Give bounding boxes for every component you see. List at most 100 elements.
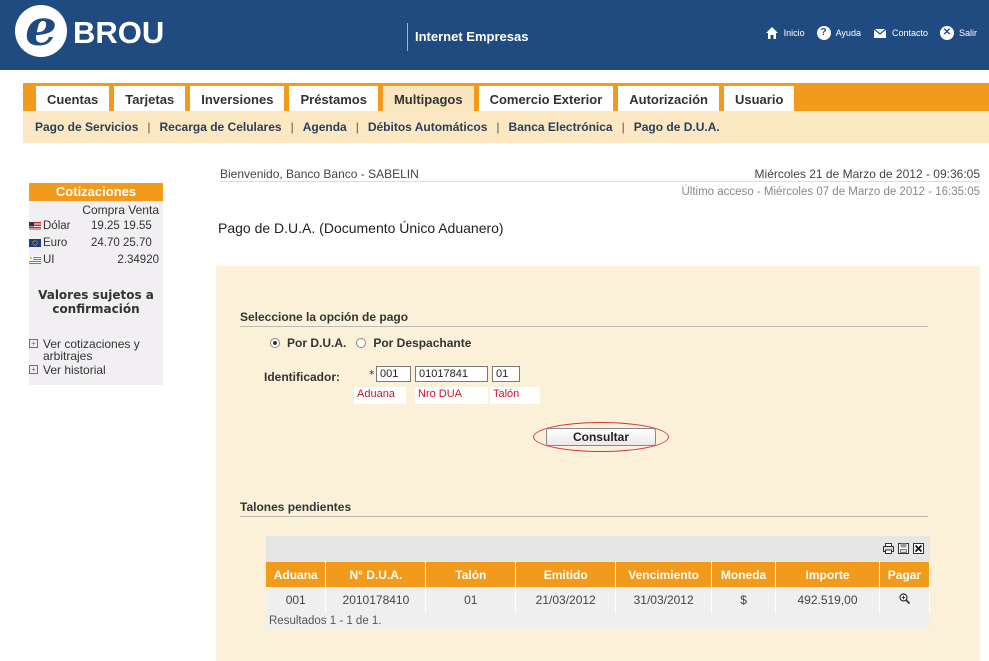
divider bbox=[220, 181, 980, 182]
cell-emitido: 21/03/2012 bbox=[515, 587, 617, 613]
talon-input[interactable] bbox=[492, 366, 520, 382]
divider bbox=[240, 326, 928, 327]
welcome-text: Bienvenido, Banco Banco - SABELIN bbox=[220, 167, 419, 181]
payment-option-heading: Seleccione la opción de pago bbox=[240, 310, 409, 324]
cell-importe: 492.519,00 bbox=[775, 587, 880, 613]
radio-por-despachante[interactable] bbox=[356, 338, 367, 348]
divider bbox=[240, 516, 928, 517]
tab-comercio-exterior[interactable]: Comercio Exterior bbox=[478, 83, 614, 111]
home-link[interactable]: Inicio bbox=[765, 26, 805, 40]
rate-name: Euro bbox=[43, 236, 68, 249]
cell-vencimiento: 31/03/2012 bbox=[615, 587, 713, 613]
sidebar-title: Cotizaciones bbox=[29, 183, 163, 201]
cell-talon: 01 bbox=[425, 587, 517, 613]
cell-nro-dua: 2010178410 bbox=[325, 587, 427, 613]
last-access: Último acceso - Miércoles 07 de Marzo de… bbox=[681, 186, 980, 198]
dua-table: Aduana N° D.U.A. Talón Emitido Vencimien… bbox=[266, 562, 931, 613]
rate-name: UI bbox=[43, 253, 55, 266]
home-link-label: Inicio bbox=[783, 28, 805, 38]
nro-dua-hint: Nro DUA bbox=[415, 387, 488, 404]
radio-por-dua[interactable] bbox=[270, 338, 280, 348]
rate-row: Dólar 19.25 19.55 bbox=[29, 217, 163, 234]
sub-navigation: Pago de Servicios | Recarga de Celulares |… bbox=[23, 111, 989, 143]
tab-usuario[interactable]: Usuario bbox=[724, 83, 795, 111]
close-icon: ✕ bbox=[939, 26, 954, 40]
logout-link-label: Salir bbox=[958, 28, 977, 38]
tab-autorizacion[interactable]: Autorización bbox=[618, 83, 719, 111]
view-history-label: Ver historial bbox=[43, 363, 106, 377]
cell-pagar bbox=[879, 587, 931, 613]
aduana-input[interactable] bbox=[376, 366, 411, 382]
tab-multipagos[interactable]: Multipagos bbox=[382, 83, 474, 111]
col-moneda: Moneda bbox=[711, 562, 777, 587]
contact-link[interactable]: Contacto bbox=[873, 26, 928, 40]
nro-dua-input[interactable] bbox=[415, 366, 488, 382]
tab-tarjetas[interactable]: Tarjetas bbox=[114, 83, 186, 111]
zoom-pay-icon[interactable] bbox=[899, 593, 910, 604]
cell-moneda: $ bbox=[711, 587, 777, 613]
top-links: Inicio ? Ayuda Contacto ✕ Salir bbox=[765, 26, 989, 40]
rate-row: UI 2.34920 bbox=[29, 251, 163, 268]
rates-disclaimer: Valores sujetos a confirmación bbox=[38, 288, 154, 316]
tab-inversiones[interactable]: Inversiones bbox=[190, 83, 285, 111]
table-row: 001 2010178410 01 21/03/2012 31/03/2012 … bbox=[266, 587, 931, 613]
brou-logo[interactable]: e BROU bbox=[15, 3, 165, 57]
eu-flag-icon bbox=[29, 238, 41, 247]
col-vencimiento: Vencimiento bbox=[615, 562, 713, 587]
identifier-label: Identificador: bbox=[264, 370, 341, 384]
app-title: Internet Empresas bbox=[415, 29, 529, 44]
print-icon[interactable] bbox=[883, 543, 894, 554]
logo-text: BROU bbox=[73, 15, 165, 50]
talon-hint: Talón bbox=[490, 387, 540, 404]
subnav-pago-servicios[interactable]: Pago de Servicios bbox=[35, 120, 138, 134]
top-header: e BROU Internet Empresas Inicio ? Ayuda … bbox=[0, 0, 989, 70]
view-history-link[interactable]: + Ver historial bbox=[29, 364, 163, 376]
subnav-agenda[interactable]: Agenda bbox=[303, 120, 347, 134]
consult-button[interactable]: Consultar bbox=[546, 428, 656, 446]
save-icon[interactable] bbox=[898, 543, 909, 554]
cell-aduana: 001 bbox=[266, 587, 327, 613]
subnav-debitos-automaticos[interactable]: Débitos Automáticos bbox=[368, 120, 488, 134]
table-toolbar bbox=[266, 536, 930, 562]
home-icon bbox=[765, 27, 778, 39]
tab-prestamos[interactable]: Préstamos bbox=[289, 83, 378, 111]
quotes-sidebar: Cotizaciones Compra Venta Dólar 19.25 19… bbox=[29, 183, 163, 385]
app-root: e BROU Internet Empresas Inicio ? Ayuda … bbox=[0, 0, 989, 661]
col-emitido: Emitido bbox=[515, 562, 617, 587]
col-nro-dua: N° D.U.A. bbox=[325, 562, 427, 587]
subnav-banca-electronica[interactable]: Banca Electrónica bbox=[509, 120, 613, 134]
us-flag-icon bbox=[29, 221, 41, 230]
rate-values: 24.70 25.70 bbox=[91, 236, 152, 249]
export-tools bbox=[879, 543, 924, 554]
rate-row: Euro 24.70 25.70 bbox=[29, 234, 163, 251]
view-rates-link[interactable]: + Ver cotizaciones y arbitrajes bbox=[29, 338, 163, 362]
col-talon: Talón bbox=[425, 562, 517, 587]
rate-values: 19.25 19.55 bbox=[91, 219, 152, 232]
col-aduana: Aduana bbox=[266, 562, 327, 587]
pending-table: Aduana N° D.U.A. Talón Emitido Vencimien… bbox=[266, 536, 931, 630]
results-count: Resultados 1 - 1 de 1. bbox=[266, 613, 930, 630]
subnav-recarga-celulares[interactable]: Recarga de Celulares bbox=[160, 120, 282, 134]
uy-flag-icon bbox=[29, 255, 41, 264]
help-link[interactable]: ? Ayuda bbox=[816, 26, 861, 40]
rate-values: 2.34920 bbox=[117, 253, 159, 266]
plus-box-icon: + bbox=[29, 365, 38, 374]
radio-por-dua-label: Por D.U.A. bbox=[287, 336, 347, 350]
help-icon: ? bbox=[816, 26, 831, 40]
header-divider bbox=[407, 23, 408, 51]
col-importe: Importe bbox=[775, 562, 880, 587]
plus-box-icon: + bbox=[29, 339, 38, 348]
help-link-label: Ayuda bbox=[835, 28, 861, 38]
current-datetime: Miércoles 21 de Marzo de 2012 - 09:36:05 bbox=[754, 167, 980, 181]
table-header-row: Aduana N° D.U.A. Talón Emitido Vencimien… bbox=[266, 562, 931, 587]
excel-icon[interactable] bbox=[913, 543, 924, 554]
col-pagar: Pagar bbox=[879, 562, 931, 587]
payment-panel: Seleccione la opción de pago Por D.U.A. … bbox=[216, 266, 980, 661]
radio-por-despachante-label: Por Despachante bbox=[373, 336, 472, 350]
tab-cuentas[interactable]: Cuentas bbox=[36, 83, 110, 111]
main-tabs: Cuentas Tarjetas Inversiones Préstamos M… bbox=[36, 83, 799, 111]
consult-button-highlight: Consultar bbox=[533, 422, 669, 452]
view-rates-label: Ver cotizaciones y arbitrajes bbox=[43, 337, 140, 363]
logout-link[interactable]: ✕ Salir bbox=[939, 26, 977, 40]
subnav-pago-dua[interactable]: Pago de D.U.A. bbox=[634, 120, 720, 134]
